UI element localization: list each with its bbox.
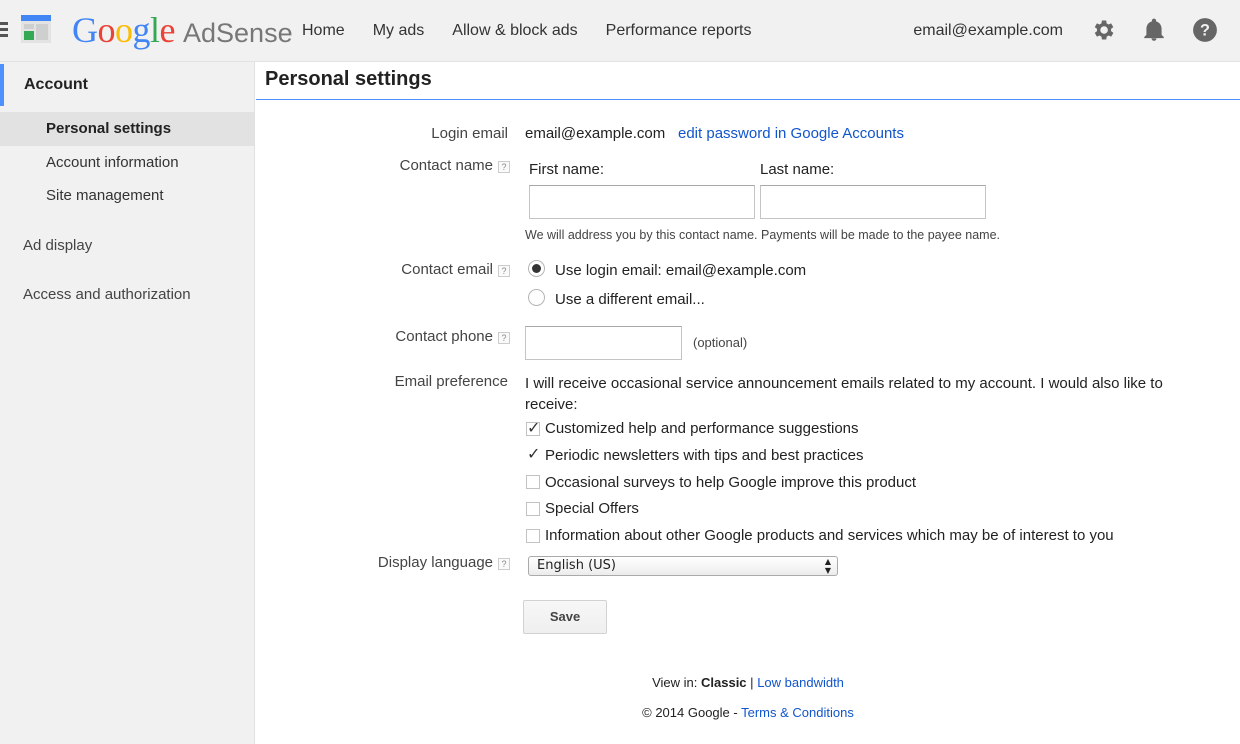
footer-classic: Classic [701, 675, 747, 690]
sidebar-item-account-information[interactable]: Account information [0, 146, 254, 180]
checkbox-surveys-label[interactable]: Occasional surveys to help Google improv… [545, 474, 916, 491]
last-name-label: Last name: [760, 161, 835, 178]
sidebar: Account Personal settings Account inform… [0, 62, 255, 744]
first-name-label: First name: [529, 161, 605, 178]
use-different-email-radio[interactable] [528, 289, 545, 306]
footer-copyright: © 2014 Google - Terms & Conditions [256, 705, 1240, 720]
checkbox-customized-help-label[interactable]: Customized help and performance suggesti… [545, 420, 859, 437]
login-email-value: email@example.com [525, 125, 666, 142]
save-button[interactable]: Save [523, 600, 607, 634]
contact-phone-input[interactable] [525, 326, 682, 360]
footer-copyright-text: © 2014 Google - [642, 705, 738, 720]
display-language-value: English (US) [537, 558, 616, 573]
use-different-email-label[interactable]: Use a different email... [555, 291, 705, 308]
display-language-label: Display language [377, 554, 493, 571]
google-wordmark: Google [72, 10, 176, 50]
contact-email-label: Contact email [401, 261, 493, 278]
checkbox-newsletters-label[interactable]: Periodic newsletters with tips and best … [545, 447, 863, 464]
edit-password-link[interactable]: edit password in Google Accounts [678, 125, 904, 142]
contact-phone-optional-note: (optional) [693, 335, 748, 350]
contact-name-hint: We will address you by this contact name… [525, 228, 1001, 242]
checkbox-special-offers-label[interactable]: Special Offers [545, 500, 639, 517]
product-name: AdSense [183, 18, 293, 48]
use-login-email-radio[interactable] [528, 260, 545, 277]
checkbox-customized-help[interactable] [526, 418, 540, 437]
login-email-label: Login email [431, 125, 508, 142]
footer-separator: | [750, 675, 754, 690]
nav-performance-reports[interactable]: Performance reports [592, 0, 766, 62]
last-name-input[interactable] [760, 185, 986, 219]
sidebar-section-account[interactable]: Account [0, 64, 254, 106]
footer-view-in: View in: Classic | Low bandwidth [256, 675, 1240, 690]
title-divider [256, 99, 1240, 100]
email-preference-label: Email preference [394, 373, 508, 390]
nav-home[interactable]: Home [288, 0, 359, 62]
sidebar-section-access-authorization[interactable]: Access and authorization [23, 286, 191, 303]
sidebar-item-personal-settings[interactable]: Personal settings [0, 112, 254, 146]
main-nav: Home My ads Allow & block ads Performanc… [288, 0, 766, 62]
display-language-select[interactable]: English (US) ▲ ▼ [528, 556, 838, 576]
top-bar: Google AdSense Home My ads Allow & block… [0, 0, 1240, 62]
checkbox-special-offers[interactable] [526, 502, 540, 516]
svg-text:?: ? [1200, 21, 1210, 39]
contact-name-label: Contact name [399, 157, 493, 174]
gear-icon[interactable] [1090, 17, 1116, 43]
first-name-input[interactable] [529, 185, 755, 219]
footer-low-bandwidth-link[interactable]: Low bandwidth [757, 675, 844, 690]
help-icon[interactable]: ? [1192, 17, 1218, 43]
email-preference-intro: I will receive occasional service announ… [525, 375, 1163, 413]
checkbox-other-products[interactable] [526, 529, 540, 543]
sidebar-item-site-management[interactable]: Site management [0, 179, 254, 213]
bell-icon[interactable] [1141, 17, 1167, 43]
use-login-email-label[interactable]: Use login email: email@example.com [555, 262, 806, 279]
contact-email-help-icon[interactable]: ? [498, 265, 510, 277]
account-email[interactable]: email@example.com [913, 0, 1063, 62]
contact-name-help-icon[interactable]: ? [498, 161, 510, 173]
nav-allow-block-ads[interactable]: Allow & block ads [438, 0, 591, 62]
nav-my-ads[interactable]: My ads [359, 0, 439, 62]
select-arrows-icon: ▲ ▼ [824, 557, 831, 575]
contact-phone-help-icon[interactable]: ? [498, 332, 510, 344]
display-language-help-icon[interactable]: ? [498, 558, 510, 570]
adsense-app-icon[interactable] [21, 15, 51, 43]
checkbox-other-products-label[interactable]: Information about other Google products … [545, 527, 1114, 544]
footer-view-in-label: View in: [652, 675, 698, 690]
checkbox-newsletters[interactable] [526, 444, 540, 463]
contact-phone-label: Contact phone [395, 328, 493, 345]
adsense-logo[interactable]: Google AdSense [72, 10, 293, 50]
footer-terms-link[interactable]: Terms & Conditions [741, 705, 854, 720]
sidebar-section-ad-display[interactable]: Ad display [23, 237, 92, 254]
menu-icon[interactable] [0, 22, 8, 38]
checkbox-surveys[interactable] [526, 475, 540, 489]
page-title: Personal settings [265, 68, 432, 90]
